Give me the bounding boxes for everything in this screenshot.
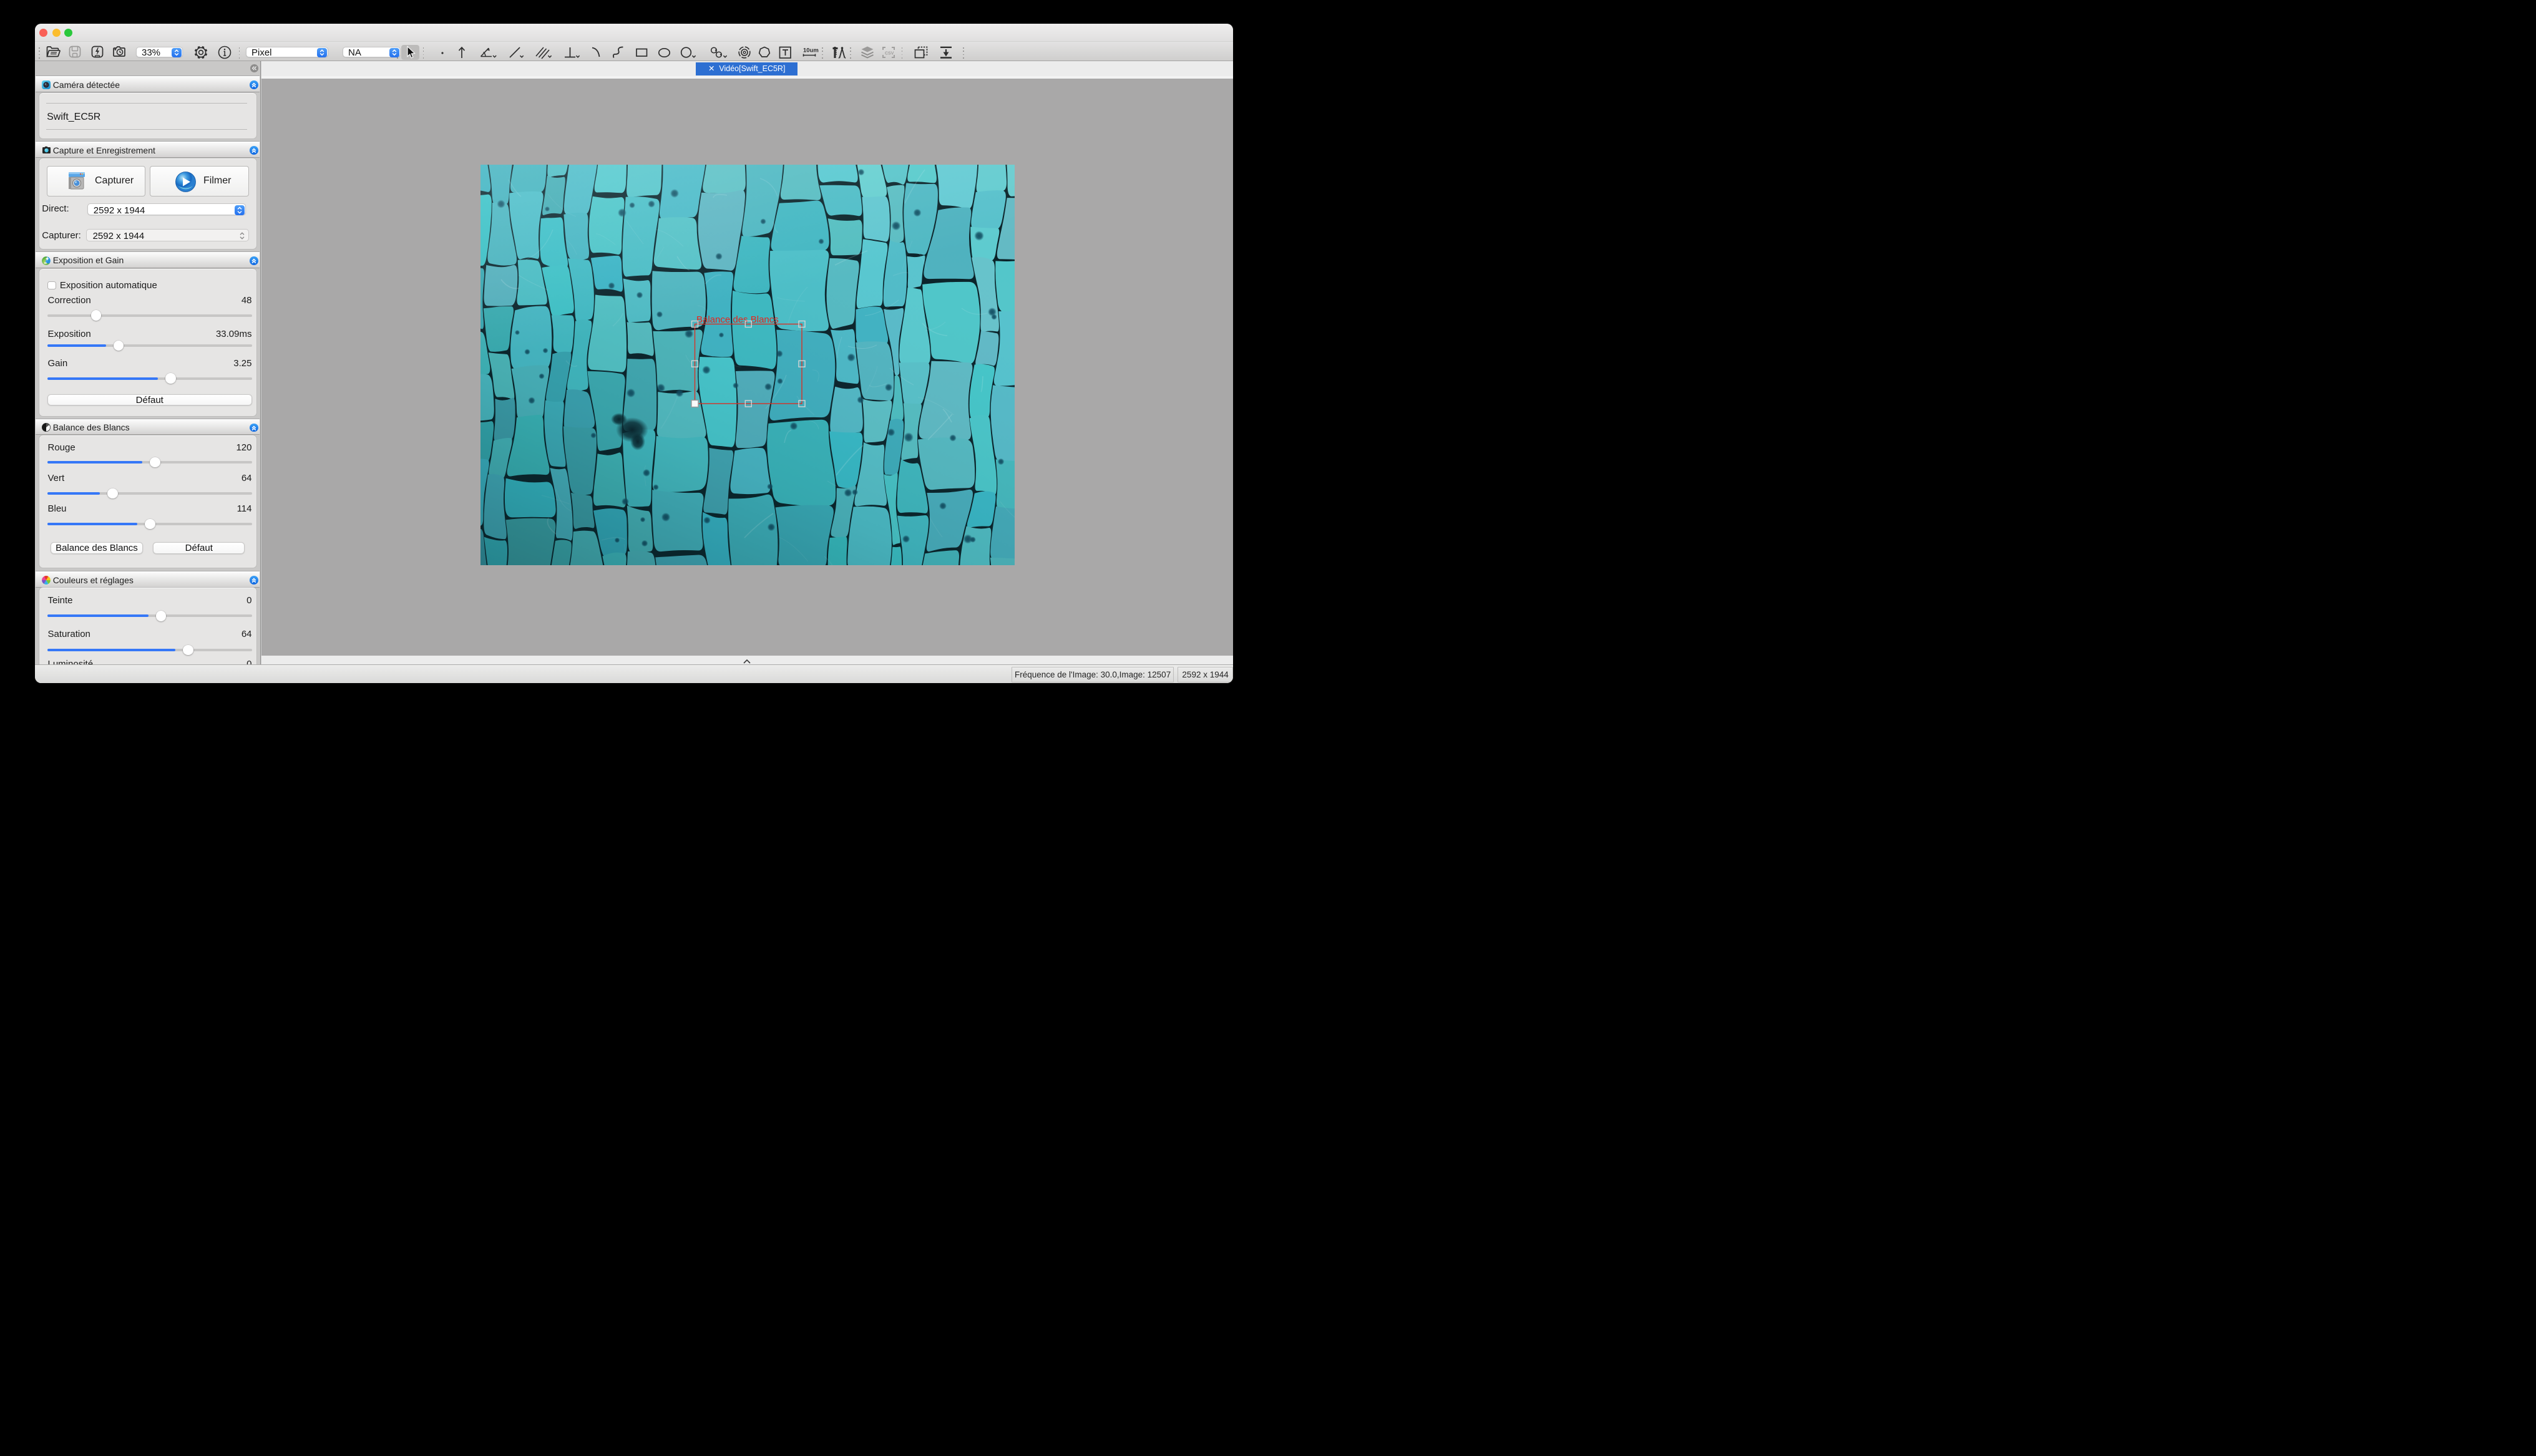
svg-text:10um: 10um (803, 47, 819, 54)
svg-text:CSV: CSV (885, 52, 894, 56)
svg-text:Balance des Blancs: Balance des Blancs (696, 314, 779, 325)
